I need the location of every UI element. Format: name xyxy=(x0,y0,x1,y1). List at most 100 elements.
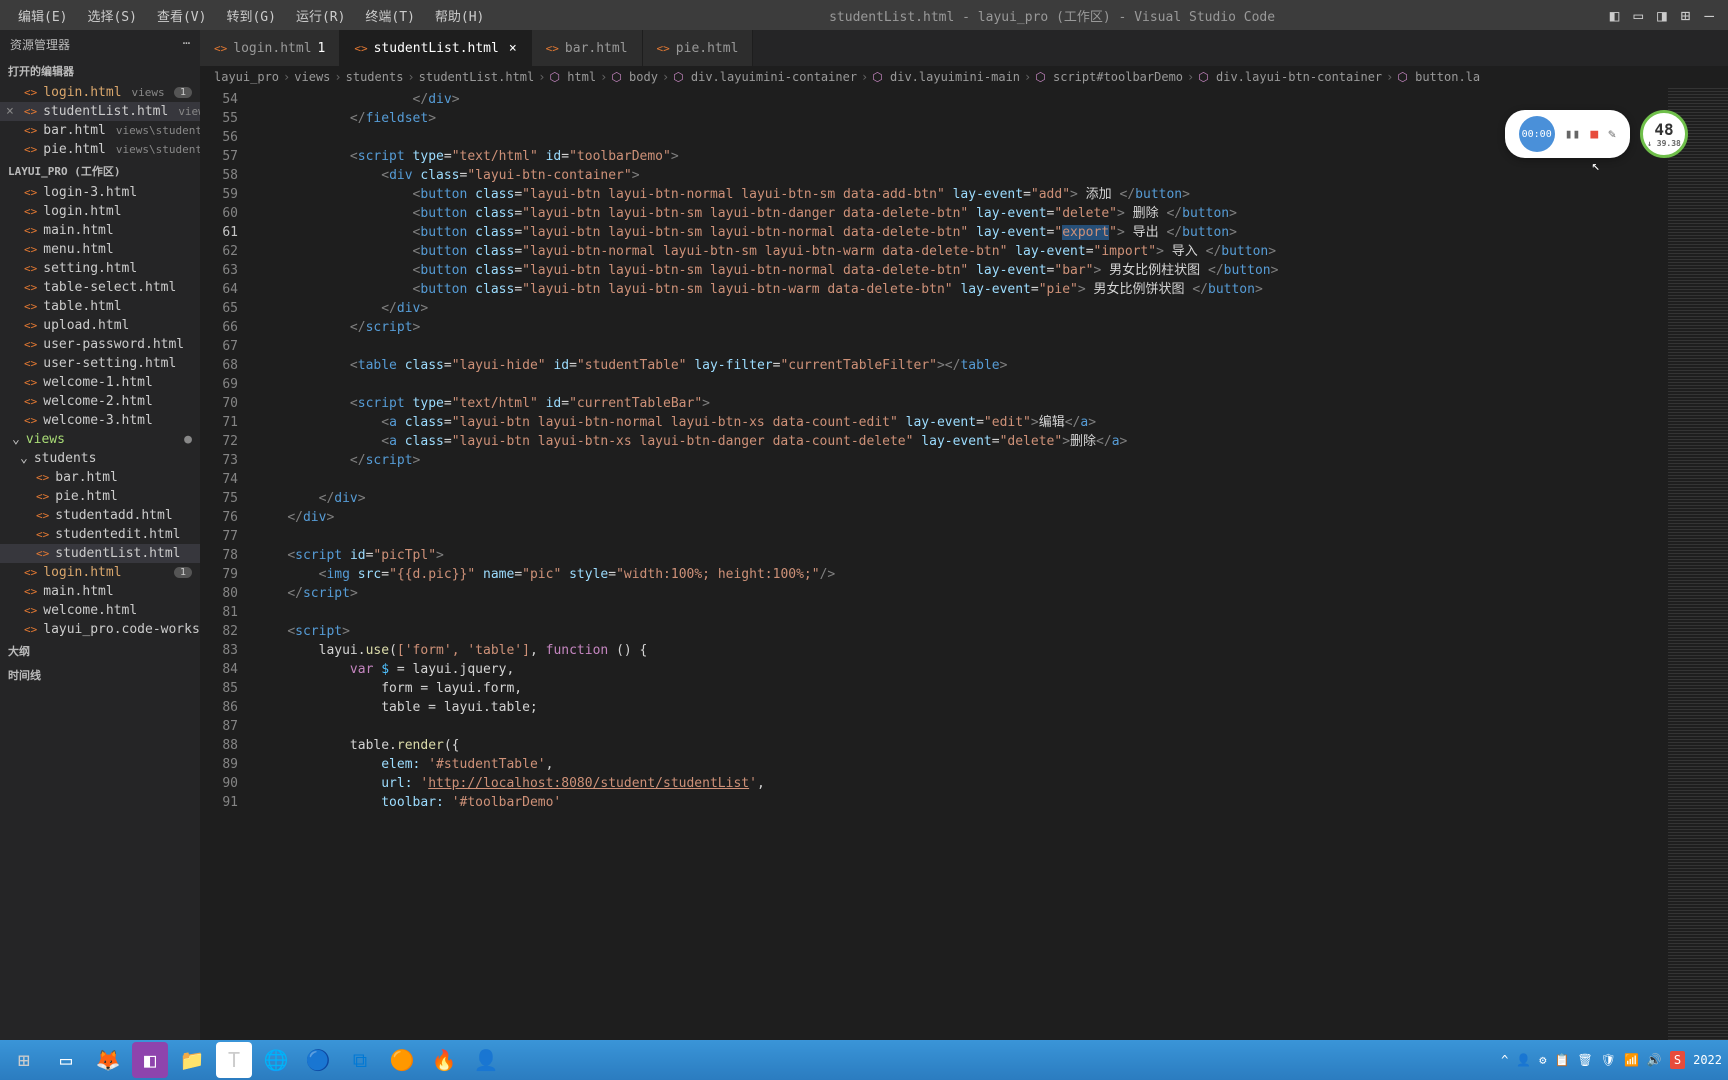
menu-select[interactable]: 选择(S) xyxy=(77,2,146,29)
layout-icon[interactable]: ◧ xyxy=(1610,6,1620,25)
chevron-down-icon: ⌄ xyxy=(12,432,20,447)
file-item[interactable]: <>welcome.html xyxy=(0,601,200,620)
app-icon[interactable]: 👤 xyxy=(468,1042,504,1078)
file-item[interactable]: <>table.html xyxy=(0,297,200,316)
edge-icon[interactable]: 🔵 xyxy=(300,1042,336,1078)
file-item[interactable]: <>table-select.html xyxy=(0,278,200,297)
minimap[interactable] xyxy=(1668,88,1728,1050)
menu-terminal[interactable]: 终端(T) xyxy=(355,2,424,29)
menu-view[interactable]: 查看(V) xyxy=(147,2,216,29)
app-icon[interactable]: 🔥 xyxy=(426,1042,462,1078)
tray-icon[interactable]: 📋 xyxy=(1555,1053,1570,1067)
close-icon[interactable]: × xyxy=(509,41,517,56)
explorer-icon[interactable]: 📁 xyxy=(174,1042,210,1078)
open-editors-header[interactable]: 打开的编辑器 xyxy=(0,59,200,83)
file-item[interactable]: <>studentadd.html xyxy=(0,506,200,525)
layout-icon[interactable]: ▭ xyxy=(1633,6,1643,25)
taskview-icon[interactable]: ▭ xyxy=(48,1042,84,1078)
file-item[interactable]: <>setting.html xyxy=(0,259,200,278)
html-icon: <> xyxy=(24,105,37,118)
tab-bar[interactable]: <>bar.html xyxy=(532,30,643,66)
tray-icon[interactable]: 🗑 xyxy=(1577,1053,1592,1067)
html-icon: <> xyxy=(24,224,37,237)
html-icon: <> xyxy=(24,623,37,636)
tab-pie[interactable]: <>pie.html xyxy=(643,30,754,66)
tab-login[interactable]: <>login.html1 xyxy=(200,30,340,66)
timeline-header[interactable]: 时间线 xyxy=(0,663,200,687)
file-item[interactable]: <>studentedit.html xyxy=(0,525,200,544)
file-item[interactable]: <>welcome-3.html xyxy=(0,411,200,430)
outline-header[interactable]: 大纲 xyxy=(0,639,200,663)
layout-icon[interactable]: ◨ xyxy=(1657,6,1667,25)
line-numbers: 5455565758596061626364656667686970717273… xyxy=(200,88,256,1050)
vscode-icon[interactable]: ⧉ xyxy=(342,1042,378,1078)
window-controls: ◧ ▭ ◨ ⊞ — xyxy=(1610,6,1728,25)
folder-views[interactable]: ⌄views● xyxy=(0,430,200,449)
html-icon: <> xyxy=(24,566,37,579)
tray-icon[interactable]: 📶 xyxy=(1624,1053,1639,1067)
tray-icon[interactable]: 🔊 xyxy=(1647,1053,1662,1067)
html-icon: <> xyxy=(24,376,37,389)
text-icon[interactable]: T xyxy=(216,1042,252,1078)
taskbar: ⊞ ▭ 🦊 ◧ 📁 T 🌐 🔵 ⧉ 🟠 🔥 👤 ^ 👤 ⚙ 📋 🗑 🛡 📶 🔊 … xyxy=(0,1040,1728,1080)
file-item[interactable]: <>pie.html xyxy=(0,487,200,506)
close-icon[interactable]: × xyxy=(6,104,14,119)
open-editor-item[interactable]: <>login.htmlviews1 xyxy=(0,83,200,102)
code-editor[interactable]: 5455565758596061626364656667686970717273… xyxy=(200,88,1728,1050)
tray-icon[interactable]: ^ xyxy=(1501,1053,1508,1067)
file-item[interactable]: <>studentList.html xyxy=(0,544,200,563)
recorder-badge: 48↓ 39.38 xyxy=(1640,110,1688,158)
ime-tray-icon[interactable]: S xyxy=(1670,1051,1685,1069)
file-item[interactable]: <>login.html1 xyxy=(0,563,200,582)
file-item[interactable]: <>login.html xyxy=(0,202,200,221)
recorder-time: 00:00 xyxy=(1519,116,1555,152)
html-icon: <> xyxy=(24,262,37,275)
record-icon[interactable]: ■ xyxy=(1590,127,1598,142)
file-item[interactable]: <>user-password.html xyxy=(0,335,200,354)
html-icon: <> xyxy=(354,42,367,55)
chevron-down-icon: ⌄ xyxy=(20,451,28,466)
pause-icon[interactable]: ▮▮ xyxy=(1565,127,1581,142)
file-item[interactable]: <>welcome-2.html xyxy=(0,392,200,411)
open-editor-item[interactable]: ×<>studentList.htmlviews\stude... xyxy=(0,102,200,121)
firefox-icon[interactable]: 🦊 xyxy=(90,1042,126,1078)
menu-edit[interactable]: 编辑(E) xyxy=(8,2,77,29)
tab-studentlist[interactable]: <>studentList.html× xyxy=(340,30,531,66)
html-icon: <> xyxy=(24,395,37,408)
menu-help[interactable]: 帮助(H) xyxy=(425,2,494,29)
grid-icon[interactable]: ⊞ xyxy=(1681,6,1691,25)
tray-icon[interactable]: 👤 xyxy=(1516,1053,1531,1067)
html-icon: <> xyxy=(24,338,37,351)
file-item[interactable]: <>upload.html xyxy=(0,316,200,335)
tray-icon[interactable]: ⚙ xyxy=(1539,1053,1546,1067)
tray-icon[interactable]: 🛡 xyxy=(1601,1053,1616,1067)
file-item[interactable]: <>main.html xyxy=(0,582,200,601)
html-icon: <> xyxy=(36,528,49,541)
html-icon: <> xyxy=(24,243,37,256)
code-content[interactable]: </div> </fieldset> <script type="text/ht… xyxy=(256,88,1668,1050)
open-editor-item[interactable]: <>pie.htmlviews\students xyxy=(0,140,200,159)
app-icon[interactable]: ◧ xyxy=(132,1042,168,1078)
menu-goto[interactable]: 转到(G) xyxy=(216,2,285,29)
file-item[interactable]: <>menu.html xyxy=(0,240,200,259)
file-item[interactable]: <>main.html xyxy=(0,221,200,240)
file-item[interactable]: <>login-3.html xyxy=(0,183,200,202)
open-editor-item[interactable]: <>bar.htmlviews\students xyxy=(0,121,200,140)
clock[interactable]: 2022 xyxy=(1693,1053,1722,1067)
browser-icon[interactable]: 🌐 xyxy=(258,1042,294,1078)
file-item[interactable]: <>layui_pro.code-workspace xyxy=(0,620,200,639)
file-item[interactable]: <>bar.html xyxy=(0,468,200,487)
menu-run[interactable]: 运行(R) xyxy=(286,2,355,29)
file-item[interactable]: <>welcome-1.html xyxy=(0,373,200,392)
html-icon: <> xyxy=(24,143,37,156)
postman-icon[interactable]: 🟠 xyxy=(384,1042,420,1078)
html-icon: <> xyxy=(24,414,37,427)
breadcrumb[interactable]: layui_pro›views›students›studentList.htm… xyxy=(200,66,1728,88)
minimize-icon[interactable]: — xyxy=(1704,6,1714,25)
start-icon[interactable]: ⊞ xyxy=(6,1042,42,1078)
workspace-header[interactable]: LAYUI_PRO (工作区) xyxy=(0,159,200,183)
more-icon[interactable]: ⋯ xyxy=(183,36,190,53)
file-item[interactable]: <>user-setting.html xyxy=(0,354,200,373)
edit-icon[interactable]: ✎ xyxy=(1608,127,1616,142)
folder-students[interactable]: ⌄students xyxy=(0,449,200,468)
